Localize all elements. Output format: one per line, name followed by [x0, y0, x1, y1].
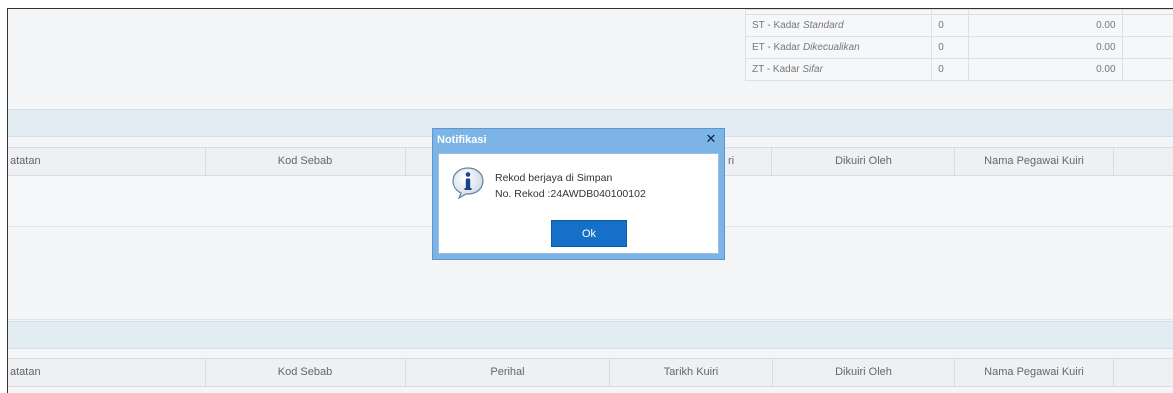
rate-count: 0 — [932, 15, 968, 37]
table-row: ST - Kadar Standard 0 0.00 — [746, 15, 1173, 37]
rate-label: ST - Kadar Standard — [746, 15, 932, 37]
section-band — [8, 321, 1173, 349]
table-row: ET - Kadar Dikecualikan 0 0.00 — [746, 37, 1173, 59]
dialog-title: Notifikasi — [433, 129, 724, 151]
dialog-body: Rekod berjaya di Simpan No. Rekod :24AWD… — [438, 153, 719, 254]
ok-button[interactable]: Ok — [551, 220, 627, 247]
column-header: Kod Sebab — [205, 359, 406, 386]
rate-label: ZT - Kadar Sifar — [746, 59, 932, 81]
column-header: Dikuiri Oleh — [773, 359, 955, 386]
column-header: atatan — [8, 148, 206, 175]
rate-amount: 0.00 — [968, 37, 1122, 59]
column-header: Nama Pegawai Kuiri — [955, 148, 1114, 175]
column-header: Dikuiri Oleh — [773, 148, 955, 175]
column-header: atatan — [8, 359, 206, 386]
rate-amount: 0.00 — [968, 59, 1122, 81]
table-row: ZT - Kadar Sifar 0 0.00 — [746, 59, 1173, 81]
table-header: atatan Kod Sebab Perihal Tarikh Kuiri Di… — [8, 358, 1173, 387]
rate-label: ET - Kadar Dikecualikan — [746, 37, 932, 59]
notification-dialog: Notifikasi ✕ Rekod berjaya di Simpan No.… — [432, 128, 725, 260]
column-header: Kod Sebab — [205, 148, 406, 175]
column-header: Perihal — [406, 359, 610, 386]
rate-amount: 0.00 — [968, 15, 1122, 37]
column-header: Nama Pegawai Kuiri — [955, 359, 1114, 386]
close-icon[interactable]: ✕ — [704, 132, 718, 146]
rate-count: 0 — [932, 59, 968, 81]
rate-count: 0 — [932, 37, 968, 59]
column-header — [1114, 148, 1173, 175]
column-header — [1114, 359, 1173, 386]
record-number: No. Rekod :24AWDB040100102 — [495, 188, 646, 200]
column-header: Tarikh Kuiri — [610, 359, 773, 386]
gst-rate-table: ST - Kadar Standard 0 0.00 ET - Kadar Di… — [745, 9, 1173, 81]
dialog-message: Rekod berjaya di Simpan — [495, 172, 612, 184]
info-icon — [451, 166, 485, 200]
